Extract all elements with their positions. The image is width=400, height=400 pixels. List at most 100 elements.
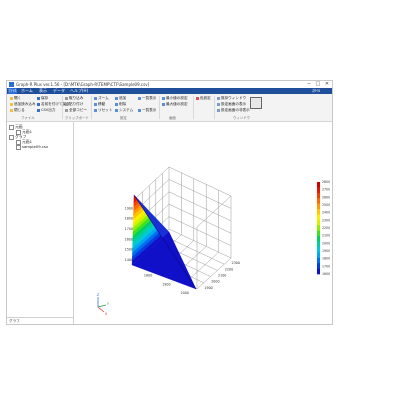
y-tick-label: 2000 (211, 280, 219, 284)
show-settings-button[interactable]: 設定画面の表示 (217, 102, 246, 106)
x-tick-label: 1900 (162, 282, 170, 286)
copy-all-button[interactable]: 全部コピー (65, 108, 87, 112)
folder-icon (10, 108, 13, 112)
zoom-icon (94, 102, 97, 106)
move-button[interactable]: 移動 (94, 102, 105, 106)
add-button[interactable]: 追加 (115, 96, 126, 100)
colorbar-swatch (317, 236, 320, 242)
colorbar-tick-label: 2600 (322, 195, 330, 199)
z-tick-label: 1500 (125, 248, 133, 252)
axis-triad-x (97, 306, 105, 313)
close-button[interactable]: ✕ (323, 81, 331, 88)
colorbar-swatch (317, 187, 320, 194)
title-bar: Graph-R Plus ver.1.56 - [D:\MTK\Graph-R\… (7, 81, 332, 88)
app-icon (9, 82, 14, 87)
tree-item[interactable]: sample09.csv (16, 144, 48, 150)
paste-icon (65, 102, 68, 106)
delete-button[interactable]: 削除 (115, 102, 126, 106)
close-file-button[interactable]: 閉じる (10, 108, 25, 112)
axis-triad-y (97, 304, 107, 308)
window-list-button[interactable]: 既存ウィンドウ (217, 96, 246, 100)
axis-triad-y-label: Y (107, 302, 109, 306)
z-tick-label: 1400 (125, 258, 133, 262)
reset-button[interactable]: リセット (94, 108, 112, 112)
hide-settings-button[interactable]: 設定画面の非表示 (217, 108, 250, 112)
window-icon (217, 102, 220, 106)
colorbar-tick-label: 2000 (322, 241, 330, 245)
window-icon (217, 96, 220, 100)
colorbar-swatch (317, 209, 320, 215)
min-value-button[interactable]: 最小値の設定 (162, 96, 188, 100)
colorbar-tick-label: 2400 (322, 211, 330, 215)
folder-icon (10, 102, 13, 106)
side-footer-label: グラフ (9, 319, 20, 323)
zoom-button[interactable]: ズーム (94, 96, 109, 100)
paste-icon (65, 108, 68, 112)
zoom-icon (94, 96, 97, 100)
colorbar-swatch (317, 241, 320, 248)
box-edge (168, 166, 232, 197)
save-button[interactable]: 保存 (37, 96, 48, 100)
z-tick-label: 1600 (125, 237, 133, 241)
colorbar-tick-label: 1900 (322, 249, 330, 253)
ribbon: 開く 追加読み込み 閉じる 保存 名前を付けて保存 CSV出力 取り込み 貼り付… (7, 94, 332, 122)
colorbar-swatch (317, 268, 320, 275)
zoom-icon (115, 108, 118, 112)
x-tick-label: 2000 (181, 291, 189, 295)
colorbar-swatch (317, 263, 320, 269)
surface-plot[interactable]: 1500 1600 1700 1800 1900 1400 1800 1900 2000 1900… (74, 122, 332, 324)
tree-node-icon (9, 134, 14, 140)
paste-button[interactable]: 貼り付け (65, 102, 83, 106)
colorbar-tick-label: 1600 (322, 272, 330, 276)
group-label-file: ファイル (21, 116, 35, 120)
color-settings-button[interactable]: 色設定 (196, 96, 211, 100)
window-title: Graph-R Plus ver.1.56 - [D:\MTK\Graph-R\… (16, 82, 150, 87)
tree-panel: 元画 元画1 グラフ 元画1 sample09.csv グラフ (7, 122, 74, 324)
y-tick-label: 2300 (232, 261, 240, 265)
tree-node-icon (9, 124, 14, 130)
graph-view[interactable]: 1500 1600 1700 1800 1900 1400 1800 1900 2000 1900… (74, 122, 332, 324)
group-label-settings: 設定 (120, 116, 127, 120)
add-load-button[interactable]: 追加読み込み (10, 102, 36, 106)
system-button[interactable]: システム (115, 108, 133, 112)
maximize-button[interactable]: □ (314, 81, 322, 88)
zoom-icon (94, 108, 97, 112)
colorbar-tick-label: 2100 (322, 234, 330, 238)
tree-node-icon (16, 144, 21, 150)
zoom-icon (115, 96, 118, 100)
ribbon-separator (159, 96, 160, 119)
group-label-window: ウィンドウ (233, 116, 250, 120)
ribbon-separator (214, 96, 215, 119)
zoom-icon (115, 102, 118, 106)
colorbar-swatch (317, 182, 320, 188)
x-tick-label: 1800 (144, 274, 152, 278)
folder-icon (10, 96, 13, 100)
axis-triad-z-label: Z (97, 293, 100, 297)
ribbon-separator (91, 96, 92, 119)
colorbar-swatch (317, 257, 320, 264)
z-tick-label: 1900 (125, 206, 133, 210)
colorbar-tick-label: 2500 (322, 203, 330, 207)
colorbar-swatch (317, 252, 320, 259)
colorbar-tick-label: 2200 (322, 226, 330, 230)
window-layout-icon[interactable] (250, 97, 262, 109)
minimize-button[interactable]: ─ (305, 81, 313, 88)
colorbar-swatch (317, 214, 320, 221)
colorbar-swatch (317, 230, 320, 237)
list-view-button-2[interactable]: 一覧表示 (138, 108, 156, 112)
list-view-button[interactable]: 一覧表示 (138, 96, 156, 100)
import-button[interactable]: 取り込み (65, 96, 83, 100)
zoom-icon (162, 96, 165, 100)
axis-triad-x-label: X (105, 312, 108, 316)
csv-export-button[interactable]: CSV出力 (37, 108, 55, 112)
grid-line (168, 191, 232, 222)
colorbar-swatch (317, 198, 320, 204)
open-button[interactable]: 開く (10, 96, 21, 100)
colorbar-icon (196, 96, 199, 100)
zoom-icon (138, 96, 141, 100)
max-value-button[interactable]: 最大値の設定 (162, 102, 188, 106)
ribbon-separator (62, 96, 63, 119)
colorbar-swatch (317, 225, 320, 232)
z-tick-label: 1800 (125, 217, 133, 221)
grid-line (168, 216, 232, 246)
